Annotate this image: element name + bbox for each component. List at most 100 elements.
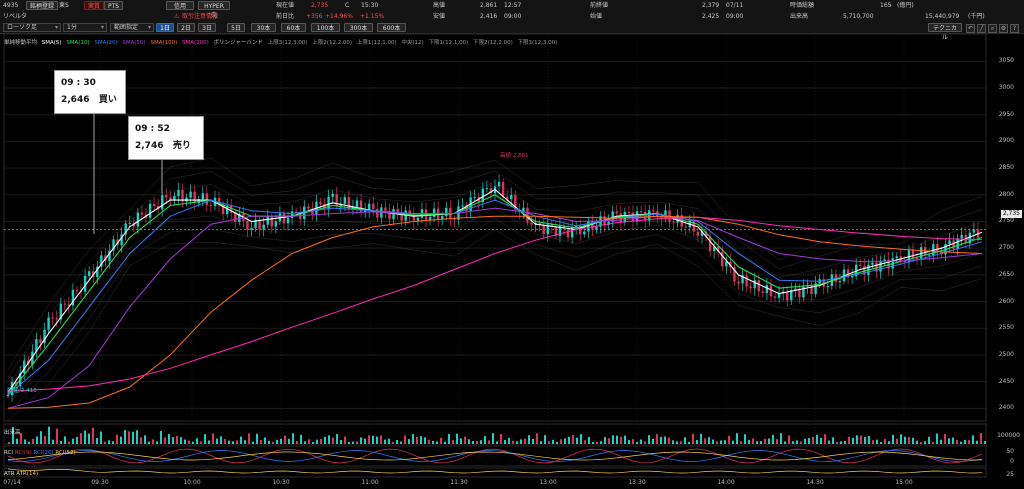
volume-bar <box>436 441 438 444</box>
time-axis-label: 10:00 <box>183 479 201 486</box>
jitsu-button[interactable]: 実質 <box>84 1 105 10</box>
bollinger-band-lower-3 <box>7 229 983 421</box>
volume-bar <box>192 441 194 444</box>
volume-bar <box>900 434 902 444</box>
technical-button[interactable]: テクニカル <box>928 23 962 41</box>
volume-bar <box>740 441 742 444</box>
volume-bar <box>228 440 230 444</box>
volume-bar <box>712 439 714 444</box>
volume-bar <box>212 433 214 444</box>
candle-body <box>859 264 862 266</box>
volume-bar <box>600 441 602 444</box>
price-axis-label: 2450 <box>998 377 1014 385</box>
volume-bar <box>904 436 906 444</box>
volume-bar <box>836 441 838 444</box>
volume-bar <box>172 437 174 444</box>
company-name: リベルタ <box>3 13 28 20</box>
volume-bar <box>948 438 950 444</box>
volume-bar <box>120 436 122 444</box>
candle-body <box>169 197 172 200</box>
period-300[interactable]: 300本 <box>344 23 373 32</box>
pts-button[interactable]: PTS <box>104 1 124 10</box>
candle-body <box>445 207 448 216</box>
period-3d[interactable]: 3日 <box>198 23 216 32</box>
candle-body <box>140 212 144 215</box>
volume-bar <box>964 439 966 444</box>
undo-icon[interactable]: ↶ <box>966 24 975 33</box>
volume-bar <box>64 436 66 444</box>
high-time: 12:57 <box>504 2 522 9</box>
volume-bar <box>540 441 542 444</box>
candle-body <box>911 250 915 259</box>
zoom-icon[interactable]: ⌕ <box>988 24 997 33</box>
volume-bar <box>488 440 490 444</box>
low-time: 09:00 <box>504 13 522 20</box>
volume-bar <box>400 441 402 444</box>
interval-select[interactable]: 1分 <box>63 23 107 32</box>
chart-type-select[interactable]: ローソク足 <box>3 23 61 32</box>
volume-bar <box>320 438 322 444</box>
chart-area[interactable]: 単純移動平均 SMA(5) SMA(10) SMA(20) SMA(50) SM… <box>0 34 1024 489</box>
volume-bar <box>660 436 662 444</box>
candle-body <box>173 196 176 200</box>
volume-bar <box>48 426 50 444</box>
draw-line-icon[interactable]: ╱ <box>977 24 986 33</box>
candle-body <box>928 255 931 257</box>
price-axis-label: 2700 <box>998 244 1014 252</box>
volume-bar <box>828 440 830 444</box>
period-60[interactable]: 60本 <box>281 23 306 32</box>
range-select[interactable]: 範囲指定 <box>110 23 154 32</box>
trade-warning-link[interactable]: 取引注意情報 <box>182 12 218 22</box>
volume-bar <box>592 441 594 444</box>
volume-bar <box>432 440 434 444</box>
volume-bar <box>244 440 246 444</box>
period-30[interactable]: 30本 <box>251 23 276 32</box>
time-axis-label: 15:00 <box>895 479 913 486</box>
help-icon[interactable]: ? <box>1010 24 1019 33</box>
price-chart[interactable] <box>0 34 1024 489</box>
volume-bar <box>848 436 850 444</box>
volume-bar <box>476 440 478 444</box>
settings-icon[interactable]: ⚙ <box>999 24 1008 33</box>
volume-bar <box>620 436 622 444</box>
volume-bar <box>780 433 782 444</box>
volume-bar <box>928 436 930 444</box>
period-1d[interactable]: 1日 <box>156 23 174 32</box>
volume-bar <box>868 435 870 444</box>
volume-bar <box>892 434 894 444</box>
period-2d[interactable]: 2日 <box>177 23 195 32</box>
candle-body <box>838 281 842 283</box>
volume-bar <box>484 436 486 444</box>
margin-button[interactable]: 信用 <box>166 1 194 10</box>
register-stock-button[interactable]: 銘柄登録 <box>26 1 59 10</box>
volume-bar <box>752 438 754 444</box>
volume-bar <box>616 435 618 444</box>
candle-body <box>331 193 334 197</box>
candle-body <box>193 191 196 204</box>
candle-body <box>376 209 379 218</box>
volume-bar <box>644 441 646 444</box>
volume-bar <box>856 435 858 444</box>
time-axis-label: 10:30 <box>272 479 290 486</box>
volume-bar <box>424 437 426 444</box>
sma-line-sma100 <box>7 215 983 409</box>
turnover-unit: (千円) <box>968 13 985 20</box>
volume-bar <box>392 441 394 444</box>
volume-bar <box>576 437 578 444</box>
volume-bar <box>208 440 210 444</box>
volume-bar <box>444 441 446 444</box>
candle-body <box>871 262 874 265</box>
candle-body <box>530 222 533 225</box>
hyper-sell-button[interactable]: HYPER売 <box>198 1 230 19</box>
volume-bar <box>468 439 470 444</box>
period-100[interactable]: 100本 <box>311 23 340 32</box>
period-600[interactable]: 600本 <box>377 23 406 32</box>
period-5d[interactable]: 5日 <box>227 23 245 32</box>
candle-body <box>274 221 278 227</box>
volume-bar <box>440 437 442 444</box>
indicator-legend: 単純移動平均 SMA(5) SMA(10) SMA(20) SMA(50) SM… <box>4 38 560 46</box>
candle-body <box>510 194 513 200</box>
price-axis-label: 2600 <box>998 297 1014 305</box>
volume-bar <box>452 440 454 444</box>
volume-bar <box>148 441 150 444</box>
